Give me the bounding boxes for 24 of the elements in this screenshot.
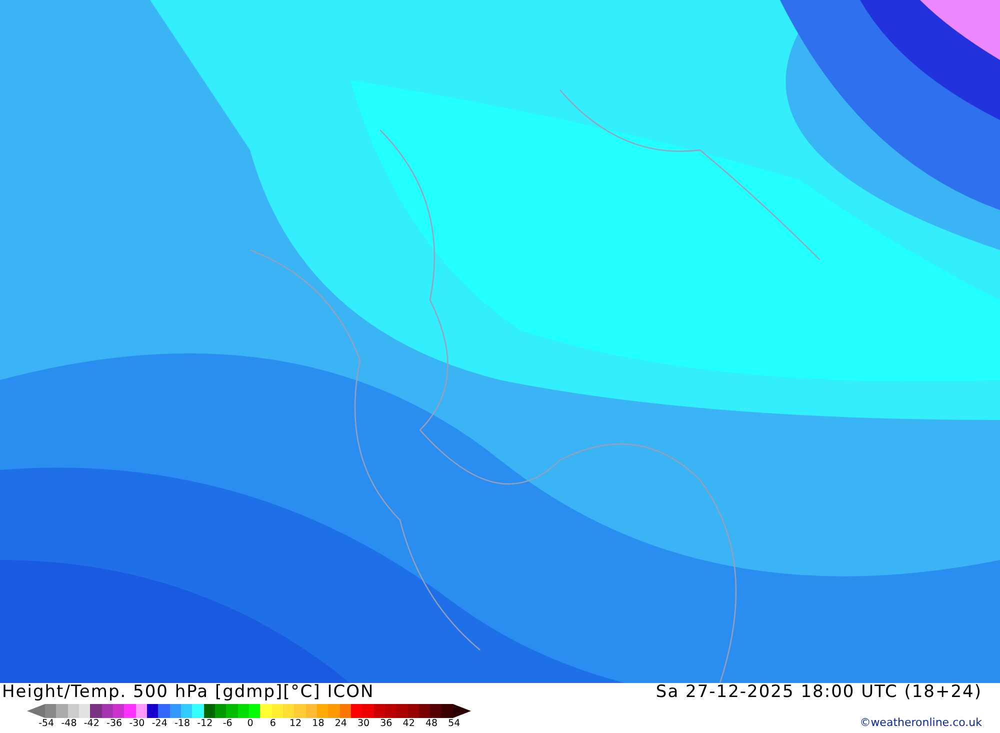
tick-label: 18 (311, 718, 326, 730)
tick-label: -24 (150, 718, 168, 730)
tick-label: -54 (38, 718, 56, 730)
map-title: Height/Temp. 500 hPa [gdmp][°C] ICON (2, 683, 376, 702)
tick-label: -30 (128, 718, 146, 730)
tick-label: -6 (222, 718, 234, 730)
tick-label: 36 (379, 718, 394, 730)
forecast-time: Sa 27-12-2025 18:00 UTC (18+24) (656, 683, 982, 702)
tick-label: -12 (196, 718, 214, 730)
tick-label: -42 (82, 718, 100, 730)
arrow-icon (452, 704, 471, 718)
tick-label: 24 (334, 718, 348, 730)
tick-label: 30 (356, 718, 371, 730)
tick-label: 0 (246, 718, 254, 730)
tick-label: 54 (447, 718, 462, 730)
tick-label: 12 (288, 718, 303, 730)
credit-link[interactable]: ©weatheronline.co.uk (860, 716, 982, 729)
tick-label: 6 (268, 718, 277, 730)
tick-label: -48 (60, 718, 78, 730)
tick-label: -18 (174, 718, 192, 730)
arrow-icon (27, 704, 45, 718)
tick-label: 48 (424, 718, 439, 730)
tick-label: 42 (402, 718, 416, 730)
tick-label: -36 (106, 718, 124, 730)
